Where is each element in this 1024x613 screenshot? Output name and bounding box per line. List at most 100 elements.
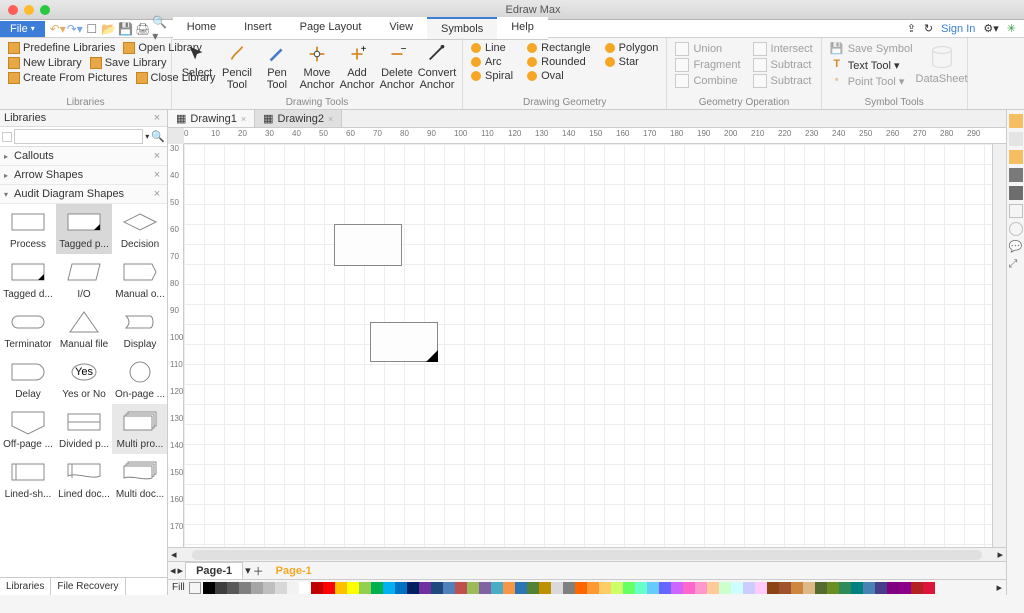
color-swatch[interactable] — [287, 582, 299, 594]
shape-multi-pro---[interactable]: Multi pro... — [112, 404, 167, 454]
canvas-shape-process[interactable] — [334, 224, 402, 266]
operation-intersect[interactable]: Intersect — [751, 42, 815, 56]
symbol-save-symbol[interactable]: 💾Save Symbol — [828, 42, 915, 56]
color-swatch[interactable] — [443, 582, 455, 594]
color-swatch[interactable] — [239, 582, 251, 594]
color-swatch[interactable] — [623, 582, 635, 594]
shape-tagged-d---[interactable]: Tagged d... — [0, 254, 56, 304]
color-swatch[interactable] — [467, 582, 479, 594]
shape-divided-p---[interactable]: Divided p... — [56, 404, 112, 454]
panel-icon[interactable] — [1009, 168, 1023, 182]
color-swatch[interactable] — [515, 582, 527, 594]
color-swatch[interactable] — [899, 582, 911, 594]
symbol-text-tool[interactable]: TText Tool ▾ — [828, 58, 915, 72]
color-swatch[interactable] — [527, 582, 539, 594]
color-swatch[interactable] — [743, 582, 755, 594]
color-swatch[interactable] — [779, 582, 791, 594]
redo-icon[interactable]: ↷▾ — [68, 22, 82, 36]
color-swatch[interactable] — [275, 582, 287, 594]
panel-icon[interactable] — [1009, 204, 1023, 218]
minimize-window-icon[interactable] — [24, 5, 34, 15]
no-fill-icon[interactable] — [189, 582, 201, 594]
color-swatch[interactable] — [731, 582, 743, 594]
shape-terminator[interactable]: Terminator — [0, 304, 56, 354]
geometry-star[interactable]: Star — [603, 56, 661, 68]
color-swatch[interactable] — [503, 582, 515, 594]
tab-help[interactable]: Help — [497, 17, 548, 39]
save-icon[interactable]: 💾 — [119, 22, 133, 36]
color-swatch[interactable] — [551, 582, 563, 594]
color-swatch[interactable] — [359, 582, 371, 594]
canvas[interactable] — [184, 144, 992, 547]
geometry-oval[interactable]: Oval — [525, 70, 593, 82]
more-colors-icon[interactable]: ▸ — [992, 581, 1006, 594]
tab-home[interactable]: Home — [173, 17, 230, 39]
operation-subtract[interactable]: Subtract — [751, 58, 815, 72]
geometry-polygon[interactable]: Polygon — [603, 42, 661, 54]
datasheet-button[interactable]: DataSheet — [923, 41, 961, 85]
close-icon[interactable]: × — [151, 169, 163, 181]
convert-anchor-button[interactable]: ConvertAnchor — [418, 41, 456, 91]
tab-nav-right-icon[interactable]: ▸ — [178, 564, 184, 577]
geometry-arc[interactable]: Arc — [469, 56, 515, 68]
color-swatch[interactable] — [599, 582, 611, 594]
shape-multi-doc---[interactable]: Multi doc... — [112, 454, 167, 504]
search-icon[interactable]: 🔍 — [151, 130, 165, 143]
color-swatch[interactable] — [455, 582, 467, 594]
select-button[interactable]: Select — [178, 41, 216, 91]
shape-decision[interactable]: Decision — [112, 204, 167, 254]
scroll-right-icon[interactable]: ▸ — [994, 548, 1006, 561]
geometry-line[interactable]: Line — [469, 42, 515, 54]
horizontal-scrollbar[interactable]: ◂ ▸ — [168, 547, 1006, 561]
color-swatch[interactable] — [671, 582, 683, 594]
color-swatch[interactable] — [299, 582, 311, 594]
open-icon[interactable]: 📂 — [102, 22, 116, 36]
shape-tagged-p---[interactable]: Tagged p... — [56, 204, 112, 254]
color-swatch[interactable] — [371, 582, 383, 594]
tab-insert[interactable]: Insert — [230, 17, 286, 39]
color-swatch[interactable] — [707, 582, 719, 594]
color-swatch[interactable] — [791, 582, 803, 594]
pencil-tool-button[interactable]: PencilTool — [218, 41, 256, 91]
page-tab[interactable]: Page-1 — [266, 563, 322, 579]
move-anchor-button[interactable]: MoveAnchor — [298, 41, 336, 91]
color-swatch[interactable] — [335, 582, 347, 594]
color-swatch[interactable] — [683, 582, 695, 594]
geometry-rectangle[interactable]: Rectangle — [525, 42, 593, 54]
color-swatch[interactable] — [719, 582, 731, 594]
color-swatch[interactable] — [803, 582, 815, 594]
shape-display[interactable]: Display — [112, 304, 167, 354]
color-swatch[interactable] — [431, 582, 443, 594]
library-action[interactable]: Save Library — [88, 56, 169, 70]
help-icon[interactable]: ✳ — [1007, 22, 1016, 35]
color-swatch[interactable] — [767, 582, 779, 594]
symbol-point-tool[interactable]: •Point Tool ▾ — [828, 74, 915, 88]
document-tab[interactable]: ▦Drawing1× — [168, 110, 255, 127]
library-action[interactable]: Predefine Libraries — [6, 41, 117, 55]
vertical-scrollbar[interactable] — [992, 144, 1006, 547]
add-page-icon[interactable]: ＋ — [253, 563, 264, 579]
close-icon[interactable]: × — [151, 112, 163, 124]
panel-icon[interactable] — [1009, 222, 1023, 236]
shape-i/o[interactable]: I/O — [56, 254, 112, 304]
color-swatch[interactable] — [203, 582, 215, 594]
page-tab[interactable]: Page-1 — [185, 562, 243, 580]
color-swatch[interactable] — [659, 582, 671, 594]
signin-link[interactable]: Sign In — [941, 23, 975, 35]
shape-manual-o---[interactable]: Manual o... — [112, 254, 167, 304]
color-swatch[interactable] — [755, 582, 767, 594]
maximize-window-icon[interactable] — [40, 5, 50, 15]
geometry-spiral[interactable]: Spiral — [469, 70, 515, 82]
dropdown-icon[interactable]: ▾ — [145, 132, 149, 141]
panel-icon[interactable] — [1009, 114, 1023, 128]
shape-process[interactable]: Process — [0, 204, 56, 254]
shape-lined-doc---[interactable]: Lined doc... — [56, 454, 112, 504]
color-swatch[interactable] — [419, 582, 431, 594]
shape-lined-sh---[interactable]: Lined-sh... — [0, 454, 56, 504]
close-icon[interactable]: × — [151, 188, 163, 200]
file-menu[interactable]: File — [0, 21, 45, 37]
category-callouts[interactable]: ▸Callouts× — [0, 147, 167, 166]
shape-off-page----[interactable]: Off-page ... — [0, 404, 56, 454]
color-swatch[interactable] — [839, 582, 851, 594]
color-swatch[interactable] — [383, 582, 395, 594]
